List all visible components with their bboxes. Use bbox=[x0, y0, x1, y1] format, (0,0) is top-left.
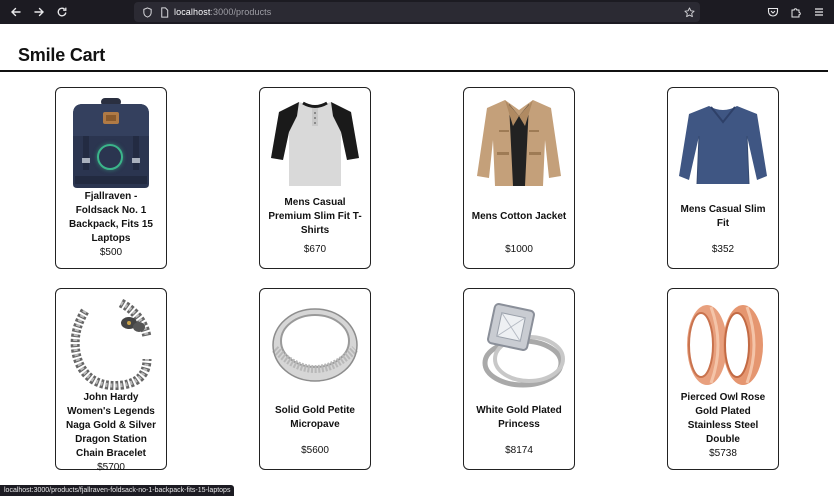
address-bar[interactable]: localhost:3000/products bbox=[134, 2, 700, 22]
forward-arrow-icon[interactable] bbox=[31, 4, 47, 20]
page-header: Smile Cart bbox=[0, 24, 828, 72]
browser-toolbar: localhost:3000/products bbox=[0, 0, 834, 24]
product-card[interactable]: John Hardy Women's Legends Naga Gold & S… bbox=[55, 288, 167, 473]
product-name: Pierced Owl Rose Gold Plated Stainless S… bbox=[680, 392, 766, 445]
product-name: Fjallraven - Foldsack No. 1 Backpack, Fi… bbox=[69, 191, 153, 244]
page-icon[interactable] bbox=[157, 5, 171, 19]
product-price: $500 bbox=[99, 247, 123, 258]
product-image-longsleeve-shirt bbox=[677, 96, 769, 190]
product-grid: Fjallraven - Foldsack No. 1 Backpack, Fi… bbox=[55, 87, 779, 473]
product-price: $8174 bbox=[505, 445, 533, 456]
product-price: $5600 bbox=[301, 445, 329, 456]
product-card[interactable]: Solid Gold Petite Micropave $5600 bbox=[259, 288, 371, 470]
cursor-highlight bbox=[97, 144, 123, 170]
toolbar-actions bbox=[766, 4, 826, 20]
product-card[interactable]: Mens Casual Premium Slim Fit T-Shirts $6… bbox=[259, 87, 371, 269]
product-image-ring-band bbox=[269, 297, 361, 391]
url-text[interactable]: localhost:3000/products bbox=[174, 7, 271, 17]
product-card[interactable]: White Gold Plated Princess $8174 bbox=[463, 288, 575, 470]
product-price: $670 bbox=[303, 244, 327, 255]
pocket-icon[interactable] bbox=[766, 4, 780, 20]
product-image-backpack bbox=[65, 96, 157, 190]
back-arrow-icon[interactable] bbox=[8, 4, 24, 20]
product-name: Solid Gold Petite Micropave bbox=[274, 404, 355, 430]
menu-icon[interactable] bbox=[812, 4, 826, 20]
product-name: White Gold Plated Princess bbox=[476, 404, 562, 430]
product-image-jacket bbox=[473, 96, 565, 190]
shield-icon[interactable] bbox=[140, 5, 154, 19]
product-image-raglan-tshirt bbox=[269, 96, 361, 190]
product-image-rose-gold-tunnels bbox=[677, 297, 769, 391]
product-card[interactable]: Pierced Owl Rose Gold Plated Stainless S… bbox=[667, 288, 779, 470]
product-card[interactable]: Mens Cotton Jacket $1000 bbox=[463, 87, 575, 269]
extensions-icon[interactable] bbox=[789, 4, 803, 20]
product-price: $352 bbox=[711, 244, 735, 255]
product-card[interactable]: Fjallraven - Foldsack No. 1 Backpack, Fi… bbox=[55, 87, 167, 269]
url-host: localhost bbox=[174, 7, 211, 17]
product-name: Mens Casual Slim Fit bbox=[680, 203, 766, 229]
product-image-diamond-ring bbox=[473, 297, 565, 391]
product-name: Mens Cotton Jacket bbox=[471, 210, 567, 222]
bookmark-star-icon[interactable] bbox=[682, 5, 696, 19]
page-content: Smile Cart Fjallraven - Foldsack No. 1 B… bbox=[0, 24, 834, 496]
product-name: Mens Casual Premium Slim Fit T-Shirts bbox=[268, 196, 362, 236]
product-card[interactable]: Mens Casual Slim Fit $352 bbox=[667, 87, 779, 269]
product-name: John Hardy Women's Legends Naga Gold & S… bbox=[65, 392, 157, 459]
url-path: :3000/products bbox=[210, 7, 272, 17]
product-price: $5700 bbox=[97, 462, 125, 473]
product-image-chain-bracelet bbox=[65, 297, 157, 391]
page-title: Smile Cart bbox=[18, 45, 106, 65]
reload-icon[interactable] bbox=[54, 4, 70, 20]
product-price: $1000 bbox=[505, 244, 533, 255]
link-status-bar: localhost:3000/products/fjallraven-folds… bbox=[0, 485, 235, 496]
product-price: $5738 bbox=[709, 448, 737, 459]
